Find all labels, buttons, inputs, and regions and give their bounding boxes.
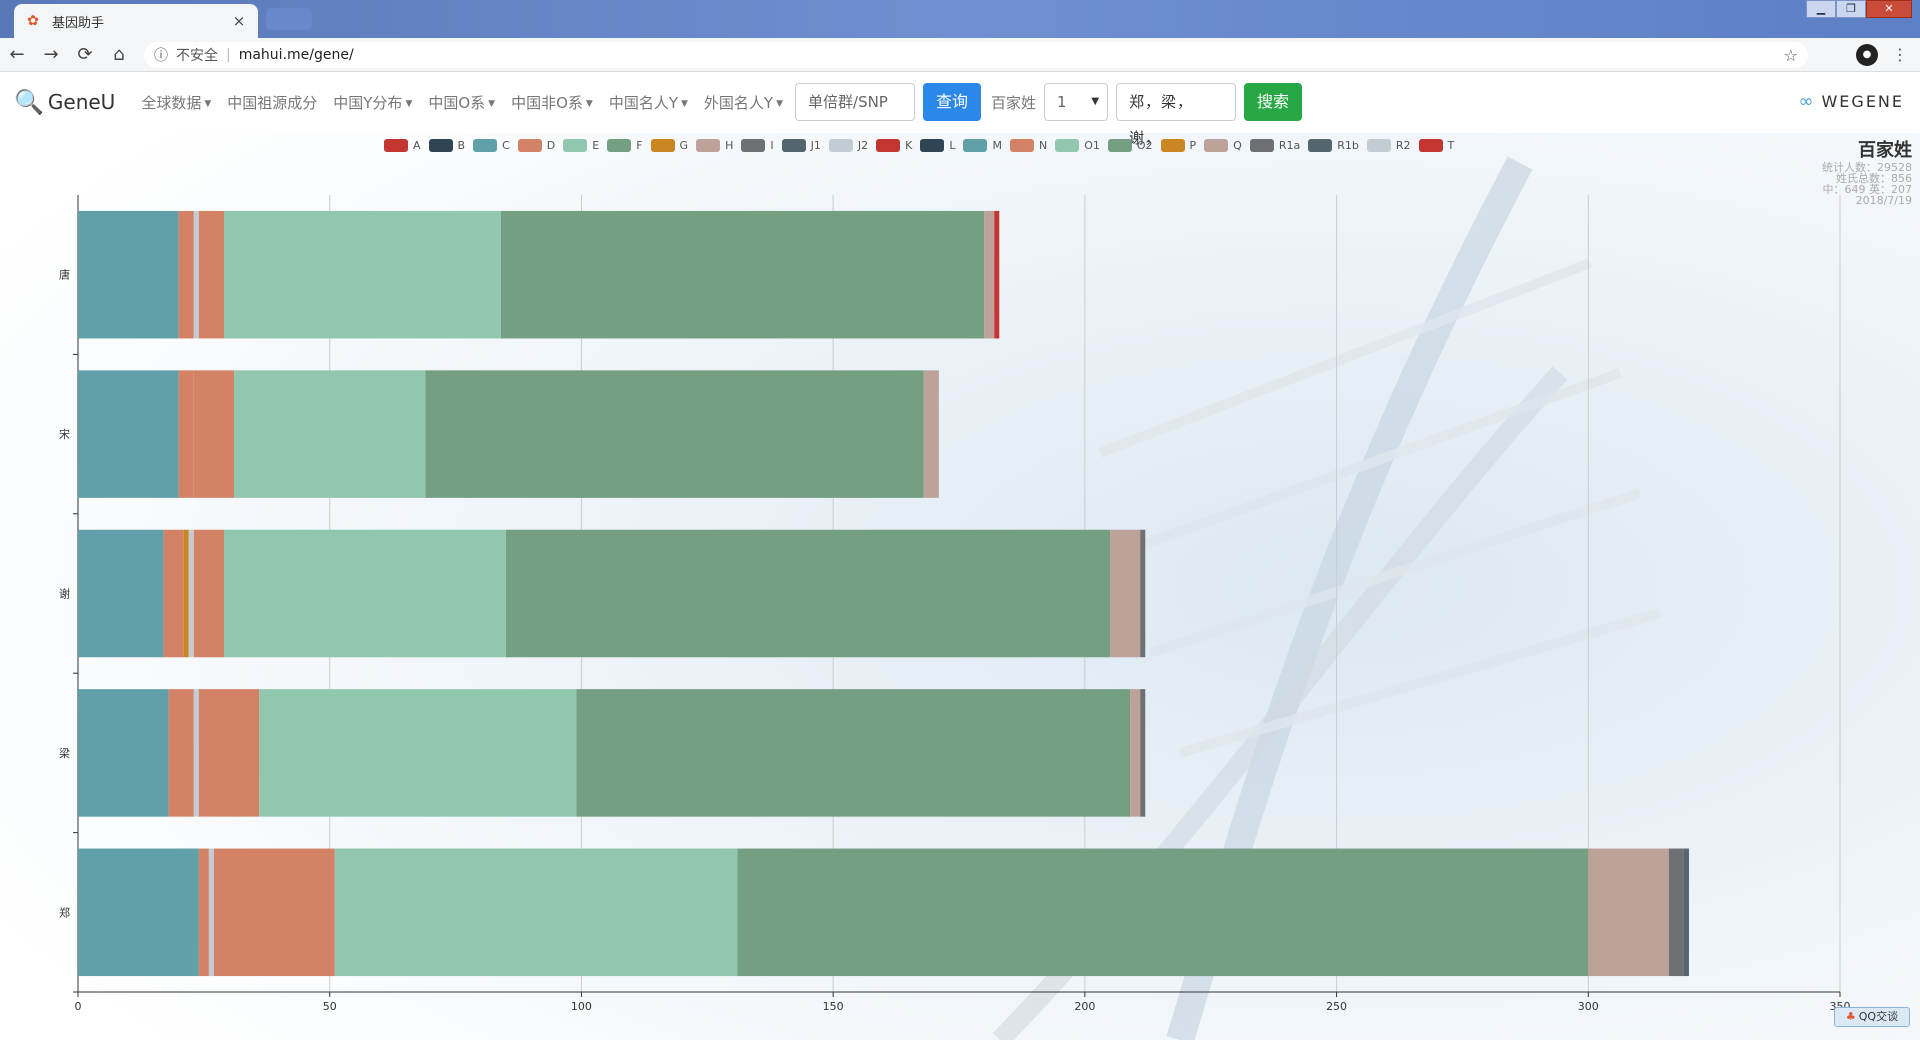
url-text[interactable]: mahui.me/gene/ [239, 47, 354, 63]
bar-segment-n[interactable] [198, 210, 224, 339]
bar-segment-o2[interactable] [500, 210, 985, 339]
bar-segment-j2[interactable] [193, 210, 199, 339]
tab-close-icon[interactable]: × [230, 12, 248, 30]
bar-segment-r1a[interactable] [1668, 848, 1684, 977]
bar-segment-c[interactable] [78, 848, 199, 977]
stacked-bar-chart: 050100150200250300350郑梁谢宋唐 [59, 195, 1851, 1013]
bar-segment-n[interactable] [198, 689, 260, 817]
window-close-button[interactable]: ✕ [1866, 0, 1912, 18]
back-icon[interactable]: ← [0, 38, 34, 72]
y-category-label: 宋 [59, 427, 70, 441]
bar-segment-q[interactable] [923, 370, 939, 498]
minimize-button[interactable]: ▁ [1806, 0, 1836, 18]
bar-segment-d[interactable] [178, 370, 194, 498]
qq-label: QQ交谈 [1858, 1010, 1899, 1023]
bar-segment-q[interactable] [1110, 529, 1141, 658]
bar-segment-d[interactable] [198, 848, 209, 977]
home-icon[interactable]: ⌂ [102, 38, 136, 72]
bar-segment-j2[interactable] [193, 689, 199, 817]
bar-segment-o2[interactable] [576, 689, 1131, 817]
y-category-label: 梁 [59, 746, 70, 760]
tab-title: 基因助手 [52, 15, 105, 31]
x-tick-label: 200 [1074, 1000, 1095, 1013]
bar-segment-o1[interactable] [334, 848, 738, 977]
x-tick-label: 50 [323, 1000, 337, 1013]
bar-segment-r1a[interactable] [1140, 529, 1146, 658]
gene-favicon-icon: ✿ [27, 13, 39, 29]
bar-segment-r1a[interactable] [1140, 689, 1146, 817]
qq-chat-button[interactable]: ♣ QQ交谈 [1834, 1007, 1910, 1027]
bar-segment-c[interactable] [78, 210, 179, 339]
bar-segment-o2[interactable] [737, 848, 1589, 977]
info-icon[interactable]: ⓘ [154, 45, 168, 65]
page-content: 🔍 GeneU 全球数据 ▼ 中国祖源成分 中国Y分布 ▼ 中国O系 ▼ 中国非O系 ▼… [0, 73, 1920, 1040]
maximize-button[interactable]: ❐ [1836, 0, 1866, 18]
bar-segment-q[interactable] [1130, 689, 1141, 817]
bar-segment-c[interactable] [78, 370, 179, 498]
window-controls: ▁ ❐ ✕ [1806, 0, 1912, 18]
new-tab-button[interactable] [266, 8, 312, 30]
x-tick-label: 150 [823, 1000, 844, 1013]
y-category-label: 谢 [59, 587, 70, 601]
bar-segment-n[interactable] [193, 370, 235, 498]
bar-segment-o1[interactable] [259, 689, 577, 817]
reload-icon[interactable]: ⟳ [68, 38, 102, 72]
bar-segment-n[interactable] [213, 848, 335, 977]
forward-icon[interactable]: → [34, 38, 68, 72]
bar-segment-d[interactable] [163, 529, 184, 658]
bar-segment-o1[interactable] [223, 210, 501, 339]
x-tick-label: 300 [1578, 1000, 1599, 1013]
browser-menu-icon[interactable]: ⋮ [1888, 38, 1912, 72]
profile-avatar-icon[interactable]: ● [1856, 44, 1878, 66]
insecure-label: 不安全 [176, 48, 218, 64]
y-category-label: 唐 [59, 268, 70, 282]
bar-segment-c[interactable] [78, 529, 164, 658]
bar-segment-q[interactable] [984, 210, 995, 339]
y-category-label: 郑 [59, 905, 70, 919]
x-tick-label: 0 [75, 1000, 82, 1013]
bar-segment-o1[interactable] [234, 370, 426, 498]
bar-segment-r1b[interactable] [1683, 848, 1689, 977]
bar-segment-g[interactable] [183, 529, 189, 658]
qq-penguin-icon: ♣ [1845, 1010, 1856, 1023]
bar-segment-t[interactable] [994, 210, 1000, 339]
bar-segment-d[interactable] [168, 689, 194, 817]
bar-segment-j2[interactable] [208, 848, 214, 977]
browser-tab[interactable]: ✿ 基因助手 × [14, 4, 258, 38]
browser-title-bar: ✿ 基因助手 × ▁ ❐ ✕ [0, 0, 1920, 38]
bar-segment-c[interactable] [78, 689, 169, 817]
x-tick-label: 250 [1326, 1000, 1347, 1013]
address-bar[interactable]: ⓘ 不安全 | mahui.me/gene/ ☆ [144, 42, 1808, 68]
bar-segment-o1[interactable] [223, 529, 506, 658]
bar-segment-q[interactable] [1588, 848, 1669, 977]
address-toolbar: ← → ⟳ ⌂ ⓘ 不安全 | mahui.me/gene/ ☆ ● ⋮ [0, 38, 1920, 72]
bar-segment-o2[interactable] [505, 529, 1111, 658]
bar-segment-o2[interactable] [425, 370, 924, 498]
url-separator: | [226, 47, 231, 63]
bar-segment-n[interactable] [193, 529, 224, 658]
bar-segment-d[interactable] [178, 210, 194, 339]
bar-segment-j2[interactable] [188, 529, 194, 658]
x-tick-label: 100 [571, 1000, 592, 1013]
bookmark-star-icon[interactable]: ☆ [1784, 46, 1798, 65]
